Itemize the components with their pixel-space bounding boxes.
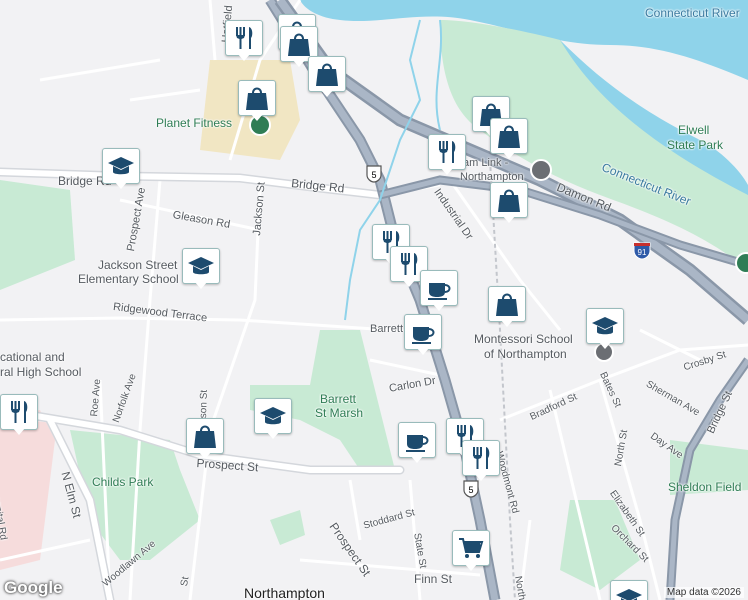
cafe-marker-1[interactable]: [420, 270, 458, 314]
label-barrett-marsh-1: Barrett: [320, 392, 357, 406]
shopping-bag-icon: [238, 80, 276, 116]
label-northampton: Northampton: [244, 585, 325, 600]
map-base-layer: [0, 0, 748, 600]
school-marker-1[interactable]: [102, 148, 140, 192]
cafe-marker-3[interactable]: [398, 422, 436, 466]
route-5-north-number: 5: [371, 170, 376, 180]
school-icon: [586, 308, 624, 344]
label-childs-park: Childs Park: [92, 475, 154, 489]
school-icon: [254, 398, 292, 434]
label-finn-st: Finn St: [414, 572, 453, 586]
marker-pointer: [464, 563, 478, 571]
cafe-icon: [404, 314, 442, 350]
restaurant-marker-5[interactable]: [0, 394, 38, 438]
label-elwell-1: Elwell: [678, 123, 710, 137]
google-logo[interactable]: Google: [4, 578, 63, 598]
map-attribution[interactable]: Map data ©2026: [663, 587, 744, 598]
label-planet-fitness: Planet Fitness: [156, 116, 233, 130]
restaurant-marker-1[interactable]: [225, 20, 263, 64]
i91-shield: 91: [632, 240, 652, 265]
marker-pointer: [292, 59, 306, 67]
school-marker-3[interactable]: [586, 308, 624, 352]
shopping-bag-icon: [488, 286, 526, 322]
label-montessori-2: of Northampton: [484, 347, 567, 361]
marker-pointer: [114, 181, 128, 189]
shop-marker-4[interactable]: [238, 80, 276, 124]
school-icon: [102, 148, 140, 184]
label-connecticut-river-1: Connecticut River: [645, 6, 740, 20]
map-canvas[interactable]: Connecticut River Connecticut River Elwe…: [0, 0, 748, 600]
marker-pointer: [432, 303, 446, 311]
marker-pointer: [598, 341, 612, 349]
cafe-icon: [420, 270, 458, 306]
school-icon: [182, 248, 220, 284]
cafe-marker-2[interactable]: [404, 314, 442, 358]
marker-pointer: [440, 167, 454, 175]
marker-pointer: [194, 281, 208, 289]
grocery-marker-1[interactable]: [452, 530, 490, 574]
transit-station-icon[interactable]: [530, 159, 552, 181]
shopping-bag-icon: [308, 56, 346, 92]
marker-pointer: [402, 279, 416, 287]
marker-pointer: [502, 151, 516, 159]
shop-marker-3[interactable]: [308, 56, 346, 100]
label-vocational-1: cational and: [0, 350, 65, 364]
marker-pointer: [410, 455, 424, 463]
shop-marker-9[interactable]: [186, 418, 224, 462]
label-jackson-school-1: Jackson Street: [98, 258, 178, 272]
shop-marker-7[interactable]: [490, 182, 528, 226]
marker-pointer: [237, 53, 251, 61]
marker-pointer: [198, 451, 212, 459]
restaurant-marker-7[interactable]: [462, 440, 500, 484]
shopping-bag-icon: [490, 118, 528, 154]
school-marker-2[interactable]: [182, 248, 220, 292]
school-marker-4[interactable]: [254, 398, 292, 442]
marker-pointer: [266, 431, 280, 439]
shopping-bag-icon: [186, 418, 224, 454]
marker-pointer: [250, 113, 264, 121]
label-jackson-school-2: Elementary School: [78, 272, 179, 286]
shopping-bag-icon: [490, 182, 528, 218]
label-vocational-2: ral High School: [0, 365, 82, 379]
label-barrett-marsh-2: St Marsh: [315, 406, 364, 420]
restaurant-icon: [428, 134, 466, 170]
marker-pointer: [320, 89, 334, 97]
school-marker-5[interactable]: [610, 580, 648, 600]
label-sheldon-field: Sheldon Field: [668, 480, 742, 494]
marker-pointer: [474, 473, 488, 481]
restaurant-icon: [0, 394, 38, 430]
restaurant-icon: [225, 20, 263, 56]
route-5-south-number: 5: [468, 485, 473, 495]
school-icon: [610, 580, 648, 600]
grocery-cart-icon: [452, 530, 490, 566]
restaurant-marker-2[interactable]: [428, 134, 466, 178]
label-elwell-2: State Park: [667, 138, 724, 152]
marker-pointer: [12, 427, 26, 435]
cafe-icon: [398, 422, 436, 458]
marker-pointer: [502, 215, 516, 223]
label-barrett: Barrett: [370, 323, 404, 335]
label-son-st: son St: [197, 389, 210, 419]
shop-marker-8[interactable]: [488, 286, 526, 330]
restaurant-icon: [462, 440, 500, 476]
shop-marker-6[interactable]: [490, 118, 528, 162]
marker-pointer: [416, 347, 430, 355]
marker-pointer: [500, 319, 514, 327]
route-5-shield-north: 5: [365, 165, 383, 188]
label-montessori-1: Montessori School: [474, 332, 573, 346]
i91-number: 91: [638, 248, 647, 257]
